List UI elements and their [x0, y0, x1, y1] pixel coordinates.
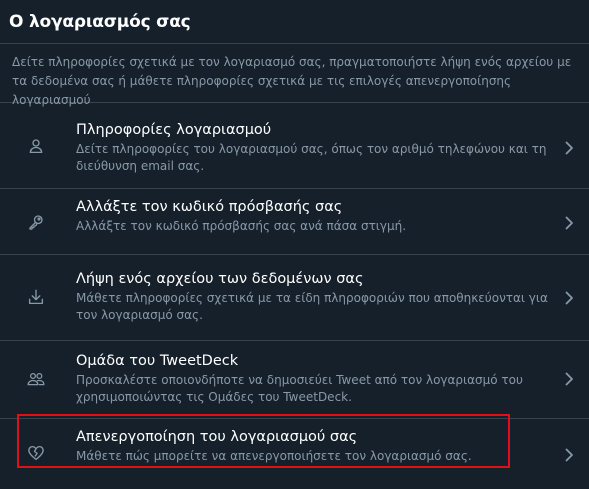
- page-header: Ο λογαριασμός σας: [0, 0, 589, 44]
- item-subtitle: Δείτε πληροφορίες του λογαριασμού σας, ό…: [76, 142, 547, 173]
- item-title: Αλλάξτε τον κωδικό πρόσβασής σας: [76, 199, 343, 215]
- key-icon: [26, 212, 46, 232]
- page-description: Δείτε πληροφορίες σχετικά με τον λογαρια…: [0, 44, 589, 107]
- tweetdeck-teams-item[interactable]: Ομάδα του TweetDeck Προσκαλέστε οποιονδή…: [0, 341, 589, 419]
- item-subtitle: Αλλάξτε τον κωδικό πρόσβασής σας ανά πάσ…: [76, 219, 407, 233]
- account-information-item[interactable]: Πληροφορίες λογαριασμού Δείτε πληροφορίε…: [0, 103, 589, 189]
- item-title: Απενεργοποίηση του λογαριασμού σας: [76, 429, 358, 445]
- item-title: Ομάδα του TweetDeck: [76, 353, 239, 369]
- item-title: Λήψη ενός αρχείου των δεδομένων σας: [76, 271, 364, 287]
- person-icon: [26, 136, 46, 156]
- item-subtitle: Μάθετε πληροφορίες σχετικά με τα είδη πλ…: [76, 291, 548, 322]
- chevron-right-icon: [562, 140, 576, 155]
- people-icon: [26, 369, 46, 389]
- deactivate-account-item[interactable]: Απενεργοποίηση του λογαριασμού σας Μάθετ…: [0, 419, 589, 489]
- item-subtitle: Μάθετε πώς μπορείτε να απενεργοποιήσετε …: [76, 449, 472, 463]
- chevron-right-icon: [562, 447, 576, 462]
- page-title: Ο λογαριασμός σας: [9, 11, 191, 32]
- change-password-item[interactable]: Αλλάξτε τον κωδικό πρόσβασής σας Αλλάξτε…: [0, 189, 589, 255]
- chevron-right-icon: [562, 290, 576, 305]
- item-subtitle: Προσκαλέστε οποιονδήποτε να δημοσιεύει T…: [76, 373, 523, 404]
- download-icon: [26, 287, 46, 307]
- chevron-right-icon: [562, 371, 576, 386]
- item-title: Πληροφορίες λογαριασμού: [76, 122, 272, 138]
- broken-heart-icon: [26, 443, 46, 463]
- chevron-right-icon: [562, 215, 576, 230]
- download-archive-item[interactable]: Λήψη ενός αρχείου των δεδομένων σας Μάθε…: [0, 255, 589, 341]
